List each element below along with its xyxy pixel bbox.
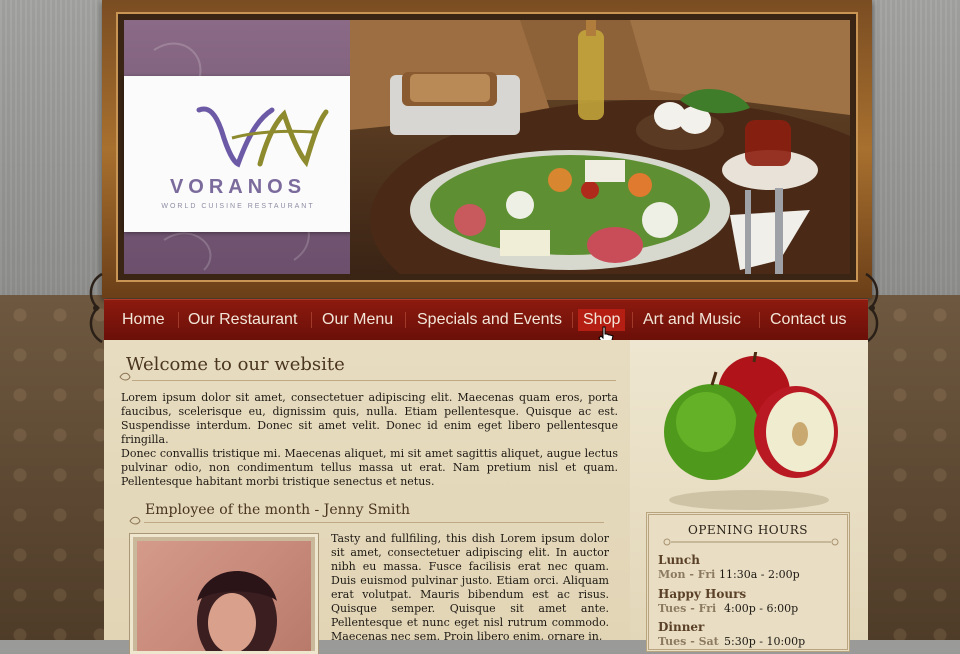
hours-time-lunch: 11:30a - 2:00p: [719, 568, 800, 581]
hours-days-dinner: Tues - Sat: [658, 635, 719, 648]
ornament-divider-icon: [663, 538, 839, 546]
nav-separator: [632, 312, 633, 328]
hours-time-dinner: 5:30p - 10:00p: [724, 635, 806, 648]
welcome-heading: Welcome to our website: [126, 354, 345, 375]
header-frame: VORANOS WORLD CUISINE RESTAURANT: [102, 0, 872, 298]
apple-icon: [664, 352, 838, 510]
main-content: Welcome to our website Lorem ipsum dolor…: [104, 340, 868, 654]
nav-separator: [759, 312, 760, 328]
heading-divider: [144, 522, 604, 523]
person-portrait-illustration: [197, 571, 277, 651]
food-platter-illustration: [350, 20, 850, 274]
nav-separator: [572, 312, 573, 328]
main-navigation: Home Our Restaurant Our Menu Specials an…: [104, 299, 868, 345]
nav-separator: [405, 312, 406, 328]
heading-divider: [132, 380, 616, 381]
ornament-icon: [129, 516, 141, 525]
nav-our-menu[interactable]: Our Menu: [317, 309, 398, 331]
brand-name: VORANOS: [169, 176, 307, 198]
hours-time-happy-hours: 4:00p - 6:00p: [724, 602, 799, 615]
opening-hours-box: OPENING HOURS Lunch Mon - Fri 11:30a - 2…: [646, 512, 850, 652]
welcome-paragraph-1: Lorem ipsum dolor sit amet, consectetuer…: [121, 391, 618, 446]
logo-panel: VORANOS WORLD CUISINE RESTAURANT: [124, 20, 354, 274]
brand-tagline: WORLD CUISINE RESTAURANT: [161, 203, 315, 210]
left-ornament-icon: [89, 272, 103, 344]
nav-our-restaurant[interactable]: Our Restaurant: [183, 309, 302, 331]
employee-heading: Employee of the month - Jenny Smith: [145, 502, 411, 518]
employee-description: Tasty and fullfiling, this dish Lorem ip…: [331, 532, 609, 640]
hours-label-happy-hours: Happy Hours: [658, 587, 747, 601]
hours-label-lunch: Lunch: [658, 553, 700, 567]
nav-separator: [178, 312, 179, 328]
nav-home[interactable]: Home: [117, 309, 170, 331]
employee-photo-frame: [130, 534, 318, 654]
nav-specials-and-events[interactable]: Specials and Events: [412, 309, 567, 331]
welcome-paragraph-2: Donec convallis tristique mi. Maecenas a…: [121, 447, 618, 488]
nav-separator: [311, 312, 312, 328]
employee-photo: [137, 541, 311, 651]
hours-days-happy-hours: Tues - Fri: [658, 602, 717, 615]
hero-image: [350, 20, 850, 274]
header-inner: VORANOS WORLD CUISINE RESTAURANT: [116, 12, 858, 282]
hours-days-lunch: Mon - Fri: [658, 568, 716, 581]
nav-art-and-music[interactable]: Art and Music: [638, 309, 746, 331]
vn-monogram-icon: [196, 106, 329, 168]
opening-hours-title: OPENING HOURS: [688, 523, 808, 537]
hours-label-dinner: Dinner: [658, 620, 705, 634]
nav-contact-us[interactable]: Contact us: [765, 309, 851, 331]
logo-card[interactable]: VORANOS WORLD CUISINE RESTAURANT: [124, 76, 352, 232]
